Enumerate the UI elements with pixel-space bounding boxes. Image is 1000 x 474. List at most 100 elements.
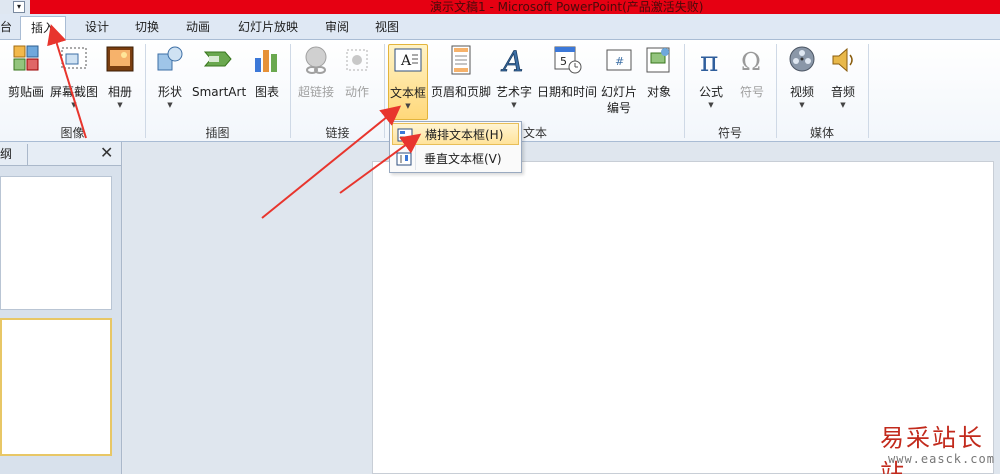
textbox-dropdown-menu: 横排文本框(H) 垂直文本框(V) xyxy=(389,121,522,173)
watermark-url: www.easck.com xyxy=(888,452,995,466)
svg-text:π: π xyxy=(700,45,718,76)
group-divider xyxy=(384,44,385,138)
slide-number-button[interactable]: # 幻灯片 编号 xyxy=(598,44,640,116)
photo-album-icon xyxy=(106,46,134,72)
pi-icon: π xyxy=(700,45,718,76)
tab-insert[interactable]: 插入 xyxy=(20,16,67,41)
audio-label: 音频 xyxy=(830,85,855,99)
group-label-media: 媒体 xyxy=(809,126,834,140)
object-label: 对象 xyxy=(646,85,671,99)
date-time-button[interactable]: 5 日期和时间 xyxy=(536,44,598,100)
svg-text:5: 5 xyxy=(560,55,567,68)
slide-number-label-2: 编号 xyxy=(606,101,631,115)
shapes-icon xyxy=(157,46,183,71)
close-icon[interactable]: ✕ xyxy=(100,144,113,162)
smartart-icon xyxy=(203,51,232,67)
omega-icon: Ω xyxy=(741,48,761,76)
quick-access-toolbar: ▾ xyxy=(0,0,30,14)
smartart-button[interactable]: SmartArt xyxy=(192,44,246,100)
smartart-label: SmartArt xyxy=(192,85,247,99)
chart-label: 图表 xyxy=(254,85,279,99)
textbox-icon: A xyxy=(394,48,422,72)
tab-transitions[interactable]: 切换 xyxy=(135,16,159,40)
group-label-links: 链接 xyxy=(325,126,350,140)
hyperlink-icon xyxy=(305,46,327,74)
group-label-illustrations: 插图 xyxy=(205,126,230,140)
quick-access-dropdown-icon[interactable]: ▾ xyxy=(13,1,25,13)
screenshot-button[interactable]: 屏幕截图 ▼ xyxy=(48,44,100,110)
clipart-label: 剪贴画 xyxy=(7,85,44,99)
header-footer-label: 页眉和页脚 xyxy=(430,85,491,99)
tab-outline[interactable]: 纲 xyxy=(0,144,28,166)
horizontal-textbox-icon xyxy=(397,128,413,142)
date-time-icon: 5 xyxy=(554,46,582,74)
svg-text:A: A xyxy=(400,53,412,69)
screenshot-icon xyxy=(61,47,87,69)
action-icon xyxy=(346,49,368,71)
panel-header: 纲 ✕ xyxy=(0,142,121,166)
object-button[interactable]: 对象 xyxy=(642,44,676,100)
wordart-icon: A xyxy=(500,45,524,76)
horizontal-textbox-label: 横排文本框(H) xyxy=(425,128,504,142)
menu-item-vertical-textbox[interactable]: 垂直文本框(V) xyxy=(392,148,519,170)
wordart-label: 艺术字 xyxy=(495,85,532,99)
shapes-label: 形状 xyxy=(157,85,182,99)
slide-thumbnail-selected[interactable] xyxy=(0,318,112,456)
video-label: 视频 xyxy=(789,85,814,99)
chart-icon xyxy=(255,50,277,72)
vertical-textbox-icon xyxy=(396,152,412,166)
tab-design[interactable]: 设计 xyxy=(85,16,109,40)
textbox-dropdown-icon: ▼ xyxy=(405,102,411,110)
action-button[interactable]: 动作 xyxy=(340,44,374,100)
group-label-symbols: 符号 xyxy=(717,126,742,140)
textbox-label: 文本框 xyxy=(389,86,426,100)
group-label-image: 图像 xyxy=(60,126,85,140)
tab-slideshow[interactable]: 幻灯片放映 xyxy=(238,16,298,40)
equation-button[interactable]: π 公式 ▼ xyxy=(692,44,730,110)
slides-outline-panel: 纲 ✕ xyxy=(0,142,122,474)
symbol-button[interactable]: Ω 符号 xyxy=(734,44,770,100)
date-time-label: 日期和时间 xyxy=(536,85,597,99)
photo-album-button[interactable]: 相册 ▼ xyxy=(104,44,136,110)
clipart-icon xyxy=(13,45,39,71)
album-dropdown-icon: ▼ xyxy=(117,101,123,109)
menu-item-horizontal-textbox[interactable]: 横排文本框(H) xyxy=(392,123,519,145)
header-footer-icon xyxy=(451,45,471,75)
chart-button[interactable]: 图表 xyxy=(250,44,284,100)
ribbon-tab-row: 台 插入 设计 切换 动画 幻灯片放映 审阅 视图 xyxy=(0,14,1000,41)
slide-thumbnail[interactable] xyxy=(0,176,112,310)
title-bar: ▾ 演示文稿1 - Microsoft PowerPoint(产品激活失败) xyxy=(0,0,1000,14)
screenshot-label: 屏幕截图 xyxy=(49,85,98,99)
hyperlink-label: 超链接 xyxy=(297,85,334,99)
hyperlink-button[interactable]: 超链接 xyxy=(296,44,336,100)
object-icon xyxy=(646,47,670,73)
video-dropdown-icon: ▼ xyxy=(799,101,805,109)
album-label: 相册 xyxy=(107,85,132,99)
svg-text:#: # xyxy=(615,55,624,68)
tab-start-partial[interactable]: 台 xyxy=(0,16,12,40)
symbol-label: 符号 xyxy=(739,85,764,99)
tab-view[interactable]: 视图 xyxy=(375,16,399,40)
audio-dropdown-icon: ▼ xyxy=(840,101,846,109)
vertical-textbox-label: 垂直文本框(V) xyxy=(424,152,502,166)
screenshot-dropdown-icon: ▼ xyxy=(71,101,77,109)
header-footer-button[interactable]: 页眉和页脚 xyxy=(430,44,492,100)
group-divider xyxy=(868,44,869,138)
slide-number-label-1: 幻灯片 xyxy=(600,85,637,99)
video-button[interactable]: 视频 ▼ xyxy=(784,44,820,110)
wordart-button[interactable]: A 艺术字 ▼ xyxy=(494,44,534,110)
equation-dropdown-icon: ▼ xyxy=(708,101,714,109)
textbox-button[interactable]: A 文本框 ▼ xyxy=(388,44,428,120)
svg-text:A: A xyxy=(500,45,523,76)
shapes-button[interactable]: 形状 ▼ xyxy=(152,44,188,110)
tab-animations[interactable]: 动画 xyxy=(186,16,210,40)
speaker-icon xyxy=(832,47,853,73)
tab-review[interactable]: 审阅 xyxy=(325,16,349,40)
slide-number-icon: # xyxy=(606,49,632,71)
clipart-button[interactable]: 剪贴画 xyxy=(6,44,46,100)
audio-button[interactable]: 音频 ▼ xyxy=(826,44,860,110)
film-reel-icon xyxy=(789,46,815,72)
shapes-dropdown-icon: ▼ xyxy=(167,101,173,109)
window-title: 演示文稿1 - Microsoft PowerPoint(产品激活失败) xyxy=(430,0,704,14)
svg-text:Ω: Ω xyxy=(741,48,761,76)
